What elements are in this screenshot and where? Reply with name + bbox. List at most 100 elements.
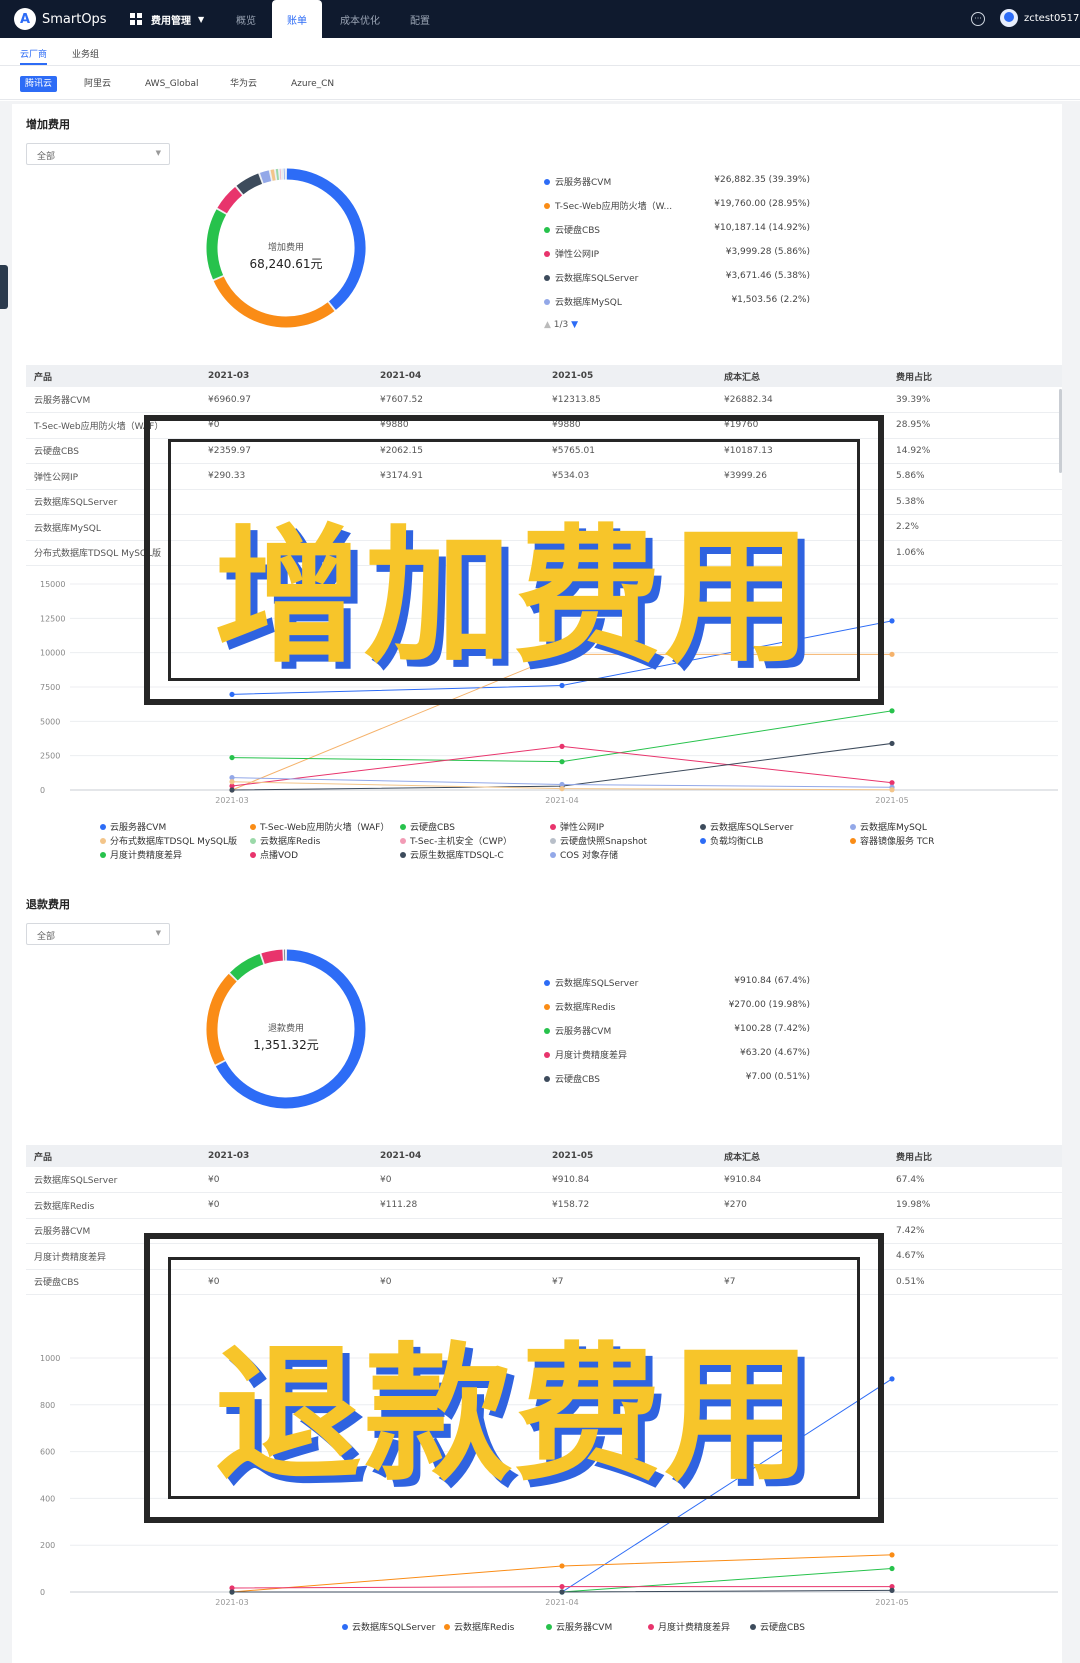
chart-legend-item[interactable]: 点播VOD (250, 848, 298, 861)
donut-slice[interactable] (230, 954, 264, 981)
data-point[interactable] (229, 787, 235, 793)
donut-slice[interactable] (259, 170, 272, 184)
vendor-aws-global[interactable]: AWS_Global (145, 76, 199, 92)
increase-filter-select[interactable]: 全部 ▼ (26, 143, 170, 165)
chart-legend-item[interactable]: COS 对象存储 (550, 848, 618, 861)
chart-legend-item[interactable]: 云硬盘CBS (400, 820, 455, 833)
table-row[interactable]: 云服务器CVM ¥6960.97 ¥7607.52 ¥12313.85 ¥26882.3… (26, 387, 1062, 413)
table-header[interactable]: 产品 (26, 1145, 200, 1167)
data-point[interactable] (229, 779, 235, 785)
vendor-huawei[interactable]: 华为云 (230, 76, 257, 92)
data-point[interactable] (889, 740, 895, 747)
legend-item[interactable]: 云数据库SQLServer ¥910.84 (67.4%) (544, 976, 810, 990)
legend-item[interactable]: 云服务器CVM ¥100.28 (7.42%) (544, 1024, 810, 1038)
legend-item[interactable]: 云数据库SQLServer ¥3,671.46 (5.38%) (544, 271, 810, 285)
chart-legend-item[interactable]: 云数据库SQLServer (342, 1620, 435, 1633)
table-header[interactable]: 2021-03 (200, 1145, 372, 1167)
data-point[interactable] (229, 754, 235, 761)
side-collapse-handle[interactable] (0, 265, 8, 309)
data-point[interactable] (229, 1589, 235, 1595)
data-point[interactable] (559, 1589, 565, 1595)
legend-item[interactable]: 云数据库MySQL ¥1,503.56 (2.2%) (544, 295, 810, 309)
table-row[interactable]: 云数据库Redis ¥0 ¥111.28 ¥158.72 ¥270 19.98% (26, 1192, 1062, 1219)
grid-icon (130, 12, 143, 26)
legend-item[interactable]: 月度计费精度差异 ¥63.20 (4.67%) (544, 1048, 810, 1062)
table-cell: ¥910.84 (544, 1167, 716, 1193)
tab-cloud-vendor[interactable]: 云厂商 (20, 47, 48, 65)
donut-slice[interactable] (270, 169, 276, 181)
nav-overview[interactable]: 概览 (236, 0, 256, 38)
donut-slice[interactable] (213, 276, 335, 328)
data-point[interactable] (889, 1587, 895, 1593)
chart-legend-item[interactable]: T-Sec-Web应用防火墙（WAF） (250, 820, 389, 833)
vendor-azure-cn[interactable]: Azure_CN (291, 76, 334, 92)
table-scrollbar[interactable] (1059, 389, 1062, 473)
data-point[interactable] (559, 743, 565, 749)
chart-legend-item[interactable]: 云硬盘CBS (750, 1620, 805, 1633)
nav-bill[interactable]: 账单 (272, 0, 322, 38)
page-up-icon[interactable]: ▲ (544, 320, 551, 330)
donut-slice[interactable] (236, 173, 263, 195)
chart-legend-item[interactable]: 云数据库SQLServer (700, 820, 793, 833)
table-header[interactable]: 2021-05 (544, 365, 716, 387)
legend-item[interactable]: 云硬盘CBS ¥7.00 (0.51%) (544, 1072, 810, 1086)
data-point[interactable] (559, 1563, 565, 1569)
chart-legend-item[interactable]: 云服务器CVM (100, 820, 166, 833)
data-point[interactable] (559, 786, 565, 792)
chart-legend-item[interactable]: 云硬盘快照Snapshot (550, 834, 647, 847)
chart-legend-item[interactable]: 容器镜像服务 TCR (850, 834, 934, 847)
message-icon[interactable]: ··· (971, 12, 985, 26)
data-point[interactable] (889, 1552, 895, 1558)
legend-item[interactable]: 云数据库Redis ¥270.00 (19.98%) (544, 1000, 810, 1014)
table-header[interactable]: 成本汇总 (716, 365, 888, 387)
table-header[interactable]: 2021-04 (372, 365, 544, 387)
table-header[interactable]: 2021-04 (372, 1145, 544, 1167)
legend-item[interactable]: 弹性公网IP ¥3,999.28 (5.86%) (544, 247, 810, 261)
table-header[interactable]: 2021-03 (200, 365, 372, 387)
data-point[interactable] (889, 787, 895, 793)
series-line[interactable] (231, 710, 893, 763)
chart-legend-item[interactable]: 云数据库MySQL (850, 820, 927, 833)
data-point[interactable] (889, 708, 895, 714)
table-header[interactable]: 成本汇总 (716, 1145, 888, 1167)
chart-legend-item[interactable]: 云数据库Redis (444, 1620, 514, 1633)
table-header[interactable]: 费用占比 (888, 365, 1062, 387)
data-point[interactable] (889, 618, 895, 624)
data-point[interactable] (889, 1376, 895, 1382)
page-down-icon[interactable]: ▼ (571, 320, 578, 330)
chart-legend-item[interactable]: 分布式数据库TDSQL MySQL版 (100, 834, 237, 847)
data-point[interactable] (889, 780, 895, 786)
donut-slice[interactable] (217, 186, 243, 214)
table-row[interactable]: 云数据库SQLServer ¥0 ¥0 ¥910.84 ¥910.84 67.4% (26, 1167, 1062, 1193)
legend-item[interactable]: 云服务器CVM ¥26,882.35 (39.39%) (544, 175, 810, 189)
chart-legend-item[interactable]: 月度计费精度差异 (100, 848, 182, 861)
chart-legend-item[interactable]: 云数据库Redis (250, 834, 320, 847)
user-menu[interactable]: zctest0517 ▼ (1000, 9, 1080, 27)
chart-legend-item[interactable]: 云服务器CVM (546, 1620, 612, 1633)
data-point[interactable] (889, 1565, 895, 1572)
refund-filter-select[interactable]: 全部 ▼ (26, 923, 170, 945)
table-header[interactable]: 2021-05 (544, 1145, 716, 1167)
increase-legend-pager[interactable]: ▲ 1/3 ▼ (544, 320, 578, 330)
data-point[interactable] (559, 1583, 565, 1590)
app-logo[interactable]: A SmartOps (14, 8, 107, 30)
tab-business-group[interactable]: 业务组 (72, 47, 99, 60)
nav-cost-optimization[interactable]: 成本优化 (340, 0, 380, 38)
legend-value: ¥7.00 (0.51%) (745, 1072, 810, 1082)
data-point[interactable] (889, 651, 895, 657)
table-header[interactable]: 产品 (26, 365, 200, 387)
legend-item[interactable]: 云硬盘CBS ¥10,187.14 (14.92%) (544, 223, 810, 237)
chart-legend-item[interactable]: 负载均衡CLB (700, 834, 763, 847)
chart-legend-item[interactable]: 月度计费精度差异 (648, 1620, 730, 1633)
data-point[interactable] (559, 759, 565, 765)
nav-config[interactable]: 配置 (410, 0, 430, 38)
donut-slice[interactable] (261, 949, 284, 964)
vendor-tencent[interactable]: 腾讯云 (20, 76, 58, 92)
legend-item[interactable]: T-Sec-Web应用防火墙（W... ¥19,760.00 (28.95%) (544, 199, 810, 213)
cost-management-menu[interactable]: 费用管理 ▼ (130, 0, 204, 38)
chart-legend-item[interactable]: 云原生数据库TDSQL-C (400, 848, 504, 861)
vendor-aliyun[interactable]: 阿里云 (84, 76, 111, 92)
chart-legend-item[interactable]: 弹性公网IP (550, 820, 604, 833)
chart-legend-item[interactable]: T-Sec-主机安全（CWP） (400, 834, 512, 847)
table-header[interactable]: 费用占比 (888, 1145, 1062, 1167)
